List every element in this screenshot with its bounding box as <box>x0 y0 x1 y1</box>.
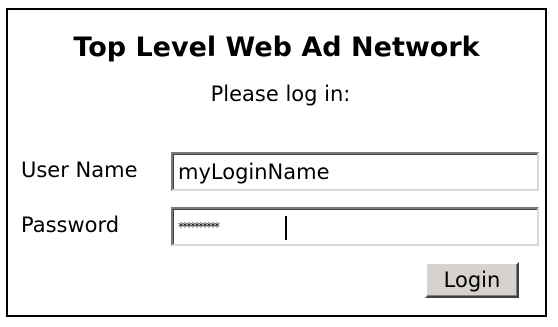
login-panel: Top Level Web Ad Network Please log in: … <box>6 8 547 317</box>
username-label: User Name <box>21 158 138 182</box>
password-label: Password <box>21 213 120 237</box>
password-field[interactable] <box>171 207 539 246</box>
login-prompt: Please log in: <box>210 82 351 106</box>
username-field[interactable] <box>171 152 539 191</box>
page-title: Top Level Web Ad Network <box>73 32 480 63</box>
login-button[interactable]: Login <box>425 262 519 298</box>
text-cursor <box>285 216 287 240</box>
